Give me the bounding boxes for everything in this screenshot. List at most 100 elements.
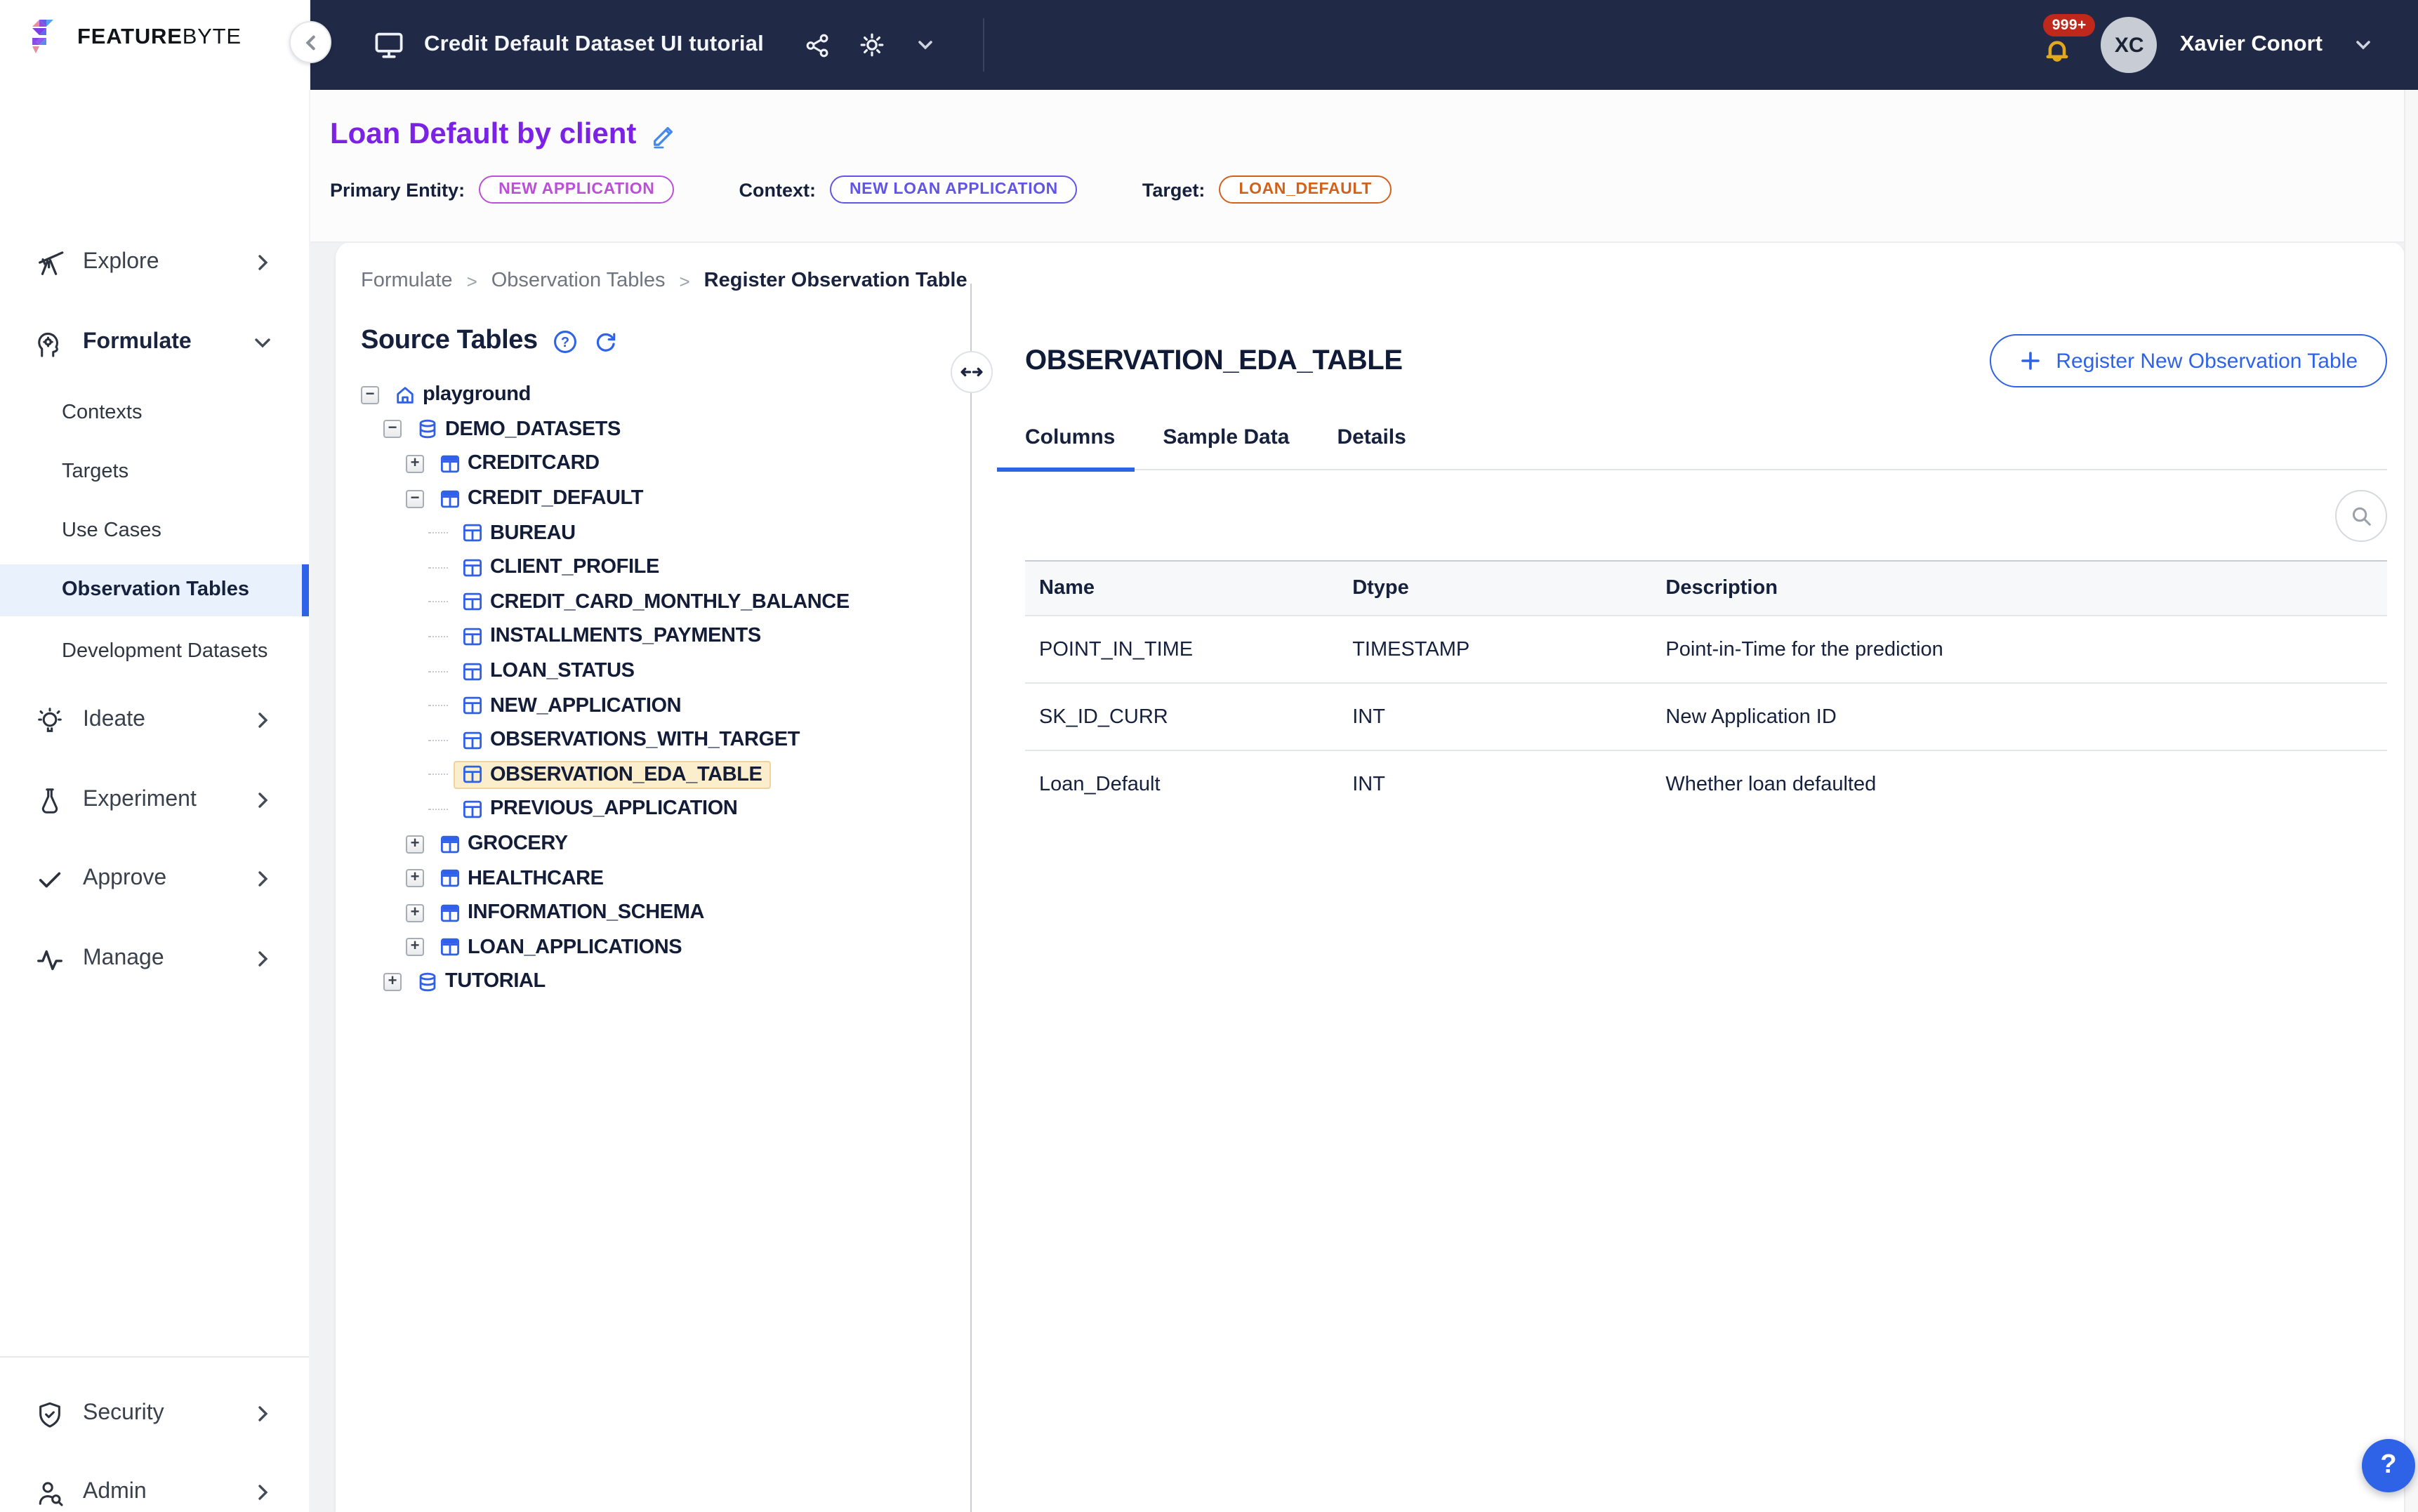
- tree-item-label: LOAN_APPLICATIONS: [468, 936, 682, 959]
- tree-item[interactable]: + CREDITCARD: [361, 446, 970, 481]
- panel-resize-handle[interactable]: [951, 351, 993, 393]
- cell-description: New Application ID: [1651, 683, 2387, 750]
- sidebar-item-approve[interactable]: Approve: [0, 859, 309, 898]
- tree-item[interactable]: − DEMO_DATASETS: [361, 412, 970, 446]
- sidebar-item-contexts[interactable]: Contexts: [0, 394, 309, 431]
- monitor-icon: [371, 27, 407, 63]
- tree-expander[interactable]: +: [406, 869, 424, 887]
- breadcrumb-observation-tables[interactable]: Observation Tables: [491, 270, 666, 292]
- user-name: Xavier Conort: [2180, 32, 2323, 58]
- page-header: Loan Default by client Primary Entity: N…: [309, 90, 2418, 243]
- tree-expander[interactable]: +: [406, 903, 424, 922]
- sidebar-item-label: Formulate: [83, 330, 192, 355]
- table-icon: [462, 764, 483, 785]
- tree-item-label: OBSERVATIONS_WITH_TARGET: [490, 729, 800, 751]
- target-pill[interactable]: LOAN_DEFAULT: [1219, 175, 1392, 204]
- sidebar-collapse-button[interactable]: [289, 21, 331, 63]
- sidebar-item-use-cases[interactable]: Use Cases: [0, 512, 309, 549]
- table-row[interactable]: Loan_Default INT Whether loan defaulted: [1025, 750, 2387, 817]
- sidebar-item-experiment[interactable]: Experiment: [0, 781, 309, 820]
- tree-item-label: HEALTHCARE: [468, 867, 604, 889]
- schema-icon: [440, 453, 461, 475]
- sidebar-item-targets[interactable]: Targets: [0, 453, 309, 490]
- table-row[interactable]: SK_ID_CURR INT New Application ID: [1025, 683, 2387, 750]
- help-button[interactable]: ?: [2362, 1439, 2415, 1492]
- tree-expander[interactable]: [428, 739, 448, 741]
- sidebar-item-observation-tables[interactable]: Observation Tables: [0, 571, 309, 608]
- register-new-observation-table-button[interactable]: Register New Observation Table: [1990, 334, 2387, 387]
- database-icon: [417, 419, 438, 440]
- share-icon[interactable]: [800, 27, 837, 63]
- schema-icon: [440, 937, 461, 958]
- tree-item[interactable]: − playground: [361, 378, 970, 412]
- tab-sample-data[interactable]: Sample Data: [1163, 425, 1289, 469]
- tree-expander[interactable]: +: [406, 835, 424, 853]
- columns-table: Name Dtype Description POINT_IN_TIME TIM…: [1025, 560, 2387, 817]
- sidebar-item-manage[interactable]: Manage: [0, 939, 309, 979]
- tree-item[interactable]: + TUTORIAL: [361, 964, 970, 999]
- tree-item[interactable]: + INFORMATION_SCHEMA: [361, 896, 970, 930]
- tree-item[interactable]: − CREDIT_DEFAULT: [361, 482, 970, 516]
- cell-description: Whether loan defaulted: [1651, 750, 2387, 817]
- tree-item[interactable]: LOAN_STATUS: [361, 654, 970, 689]
- tree-item[interactable]: OBSERVATION_EDA_TABLE: [361, 757, 970, 792]
- tree-expander[interactable]: +: [406, 455, 424, 473]
- tree-expander[interactable]: [428, 567, 448, 569]
- scrollbar-track[interactable]: [2404, 90, 2418, 1512]
- tree-item[interactable]: BUREAU: [361, 516, 970, 550]
- featurebyte-logo-icon: [28, 17, 67, 59]
- edit-title-icon[interactable]: [650, 121, 677, 148]
- table-icon: [462, 626, 483, 647]
- context-pill[interactable]: NEW LOAN APPLICATION: [830, 175, 1078, 204]
- search-icon: [2349, 504, 2373, 528]
- sidebar-item-explore[interactable]: Explore: [0, 243, 309, 282]
- table-row[interactable]: POINT_IN_TIME TIMESTAMP Point-in-Time fo…: [1025, 616, 2387, 683]
- avatar[interactable]: XC: [2101, 17, 2158, 73]
- table-icon: [462, 695, 483, 716]
- chevron-right-icon: [253, 1404, 272, 1424]
- tab-columns[interactable]: Columns: [1025, 425, 1115, 469]
- primary-entity-pill[interactable]: NEW APPLICATION: [479, 175, 674, 204]
- help-circle-icon[interactable]: ?: [552, 328, 579, 354]
- project-title[interactable]: Credit Default Dataset UI tutorial: [424, 32, 764, 58]
- tree-expander[interactable]: +: [406, 939, 424, 957]
- tree-item[interactable]: CLIENT_PROFILE: [361, 550, 970, 585]
- notifications-bell-icon[interactable]: 999+: [2037, 24, 2079, 66]
- breadcrumb-formulate[interactable]: Formulate: [361, 270, 453, 292]
- tree-item[interactable]: + GROCERY: [361, 826, 970, 861]
- sidebar-item-admin[interactable]: Admin: [0, 1473, 309, 1512]
- tree-item[interactable]: PREVIOUS_APPLICATION: [361, 792, 970, 826]
- cell-description: Point-in-Time for the prediction: [1651, 616, 2387, 683]
- tree-item[interactable]: + HEALTHCARE: [361, 861, 970, 896]
- chevron-right-icon: [253, 710, 272, 730]
- tree-expander[interactable]: +: [383, 973, 402, 991]
- sidebar-item-ideate[interactable]: Ideate: [0, 701, 309, 740]
- gear-icon[interactable]: [854, 27, 890, 63]
- tree-expander[interactable]: [428, 705, 448, 706]
- tab-details[interactable]: Details: [1337, 425, 1406, 469]
- refresh-icon[interactable]: [593, 328, 619, 354]
- tree-item[interactable]: + LOAN_APPLICATIONS: [361, 930, 970, 964]
- tree-expander[interactable]: [428, 809, 448, 810]
- tree-expander[interactable]: [428, 670, 448, 672]
- sidebar-item-security[interactable]: Security: [0, 1394, 309, 1433]
- tree-item[interactable]: INSTALLMENTS_PAYMENTS: [361, 619, 970, 654]
- tree-expander[interactable]: [428, 636, 448, 637]
- tree-expander[interactable]: −: [383, 420, 402, 439]
- tree-expander[interactable]: [428, 774, 448, 776]
- featurebyte-logo[interactable]: FEATUREBYTE: [28, 17, 242, 59]
- user-menu-chevron-icon[interactable]: [2345, 27, 2381, 63]
- tree-expander[interactable]: −: [361, 386, 379, 404]
- tree-expander[interactable]: −: [406, 489, 424, 508]
- chevron-down-icon[interactable]: [907, 27, 944, 63]
- tree-item-label: CREDITCARD: [468, 453, 600, 475]
- sidebar-item-formulate[interactable]: Formulate: [0, 323, 309, 362]
- sidebar-item-development-datasets[interactable]: Development Datasets: [0, 633, 309, 670]
- tree-item[interactable]: CREDIT_CARD_MONTHLY_BALANCE: [361, 585, 970, 619]
- tree-item-label: INFORMATION_SCHEMA: [468, 901, 704, 924]
- tree-item[interactable]: OBSERVATIONS_WITH_TARGET: [361, 723, 970, 757]
- tree-item[interactable]: NEW_APPLICATION: [361, 689, 970, 723]
- tree-expander[interactable]: [428, 602, 448, 603]
- tree-expander[interactable]: [428, 532, 448, 533]
- search-button[interactable]: [2335, 490, 2387, 542]
